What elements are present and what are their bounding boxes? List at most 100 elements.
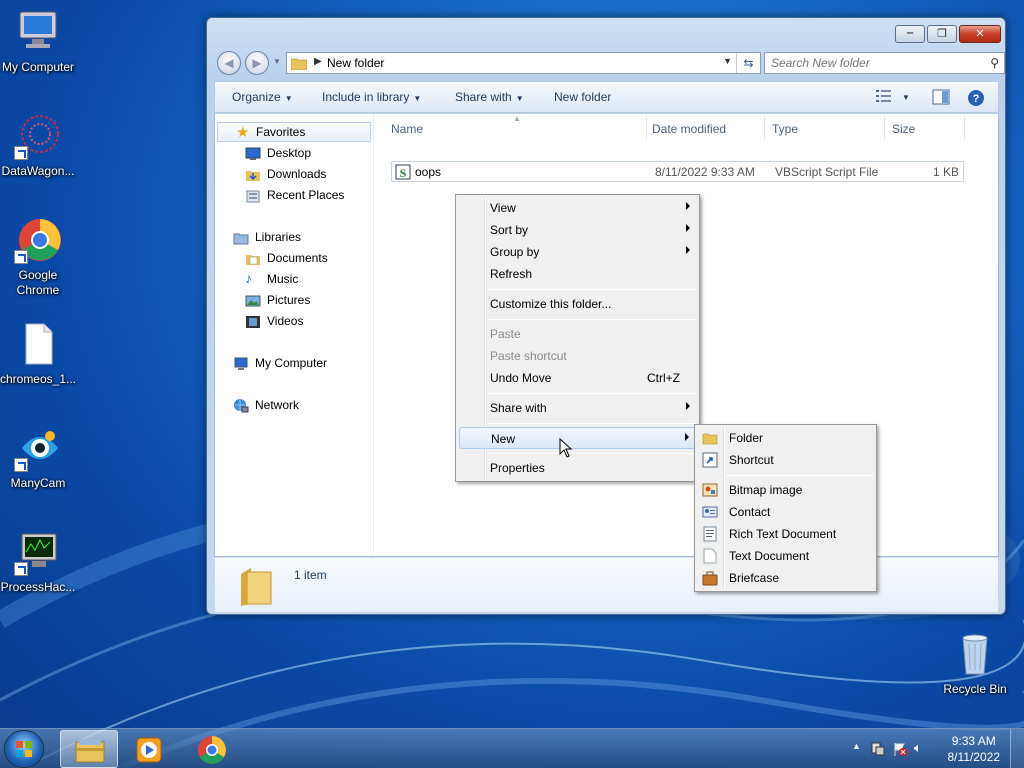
include-in-library-button[interactable]: Include in library ▼ — [322, 90, 421, 104]
menu-item-customize-folder[interactable]: Customize this folder... — [459, 293, 696, 315]
menu-item-label: Briefcase — [729, 571, 780, 585]
menu-item-label: Contact — [729, 505, 771, 519]
menu-item-paste[interactable]: Paste — [459, 323, 696, 345]
address-bar[interactable]: ▶ New folder ▼ ⇆ — [286, 52, 761, 74]
menu-item-label: Sort by — [490, 223, 529, 237]
taskbar-explorer-button[interactable] — [60, 730, 118, 768]
desktop-icon-google-chrome[interactable]: Google Chrome — [0, 216, 78, 298]
maximize-button[interactable]: ❐ — [927, 25, 957, 43]
menu-item-properties[interactable]: Properties — [459, 457, 696, 479]
desktop-icon-chromeos-file[interactable]: chromeos_1... — [0, 320, 78, 387]
menu-item-undo-move[interactable]: Undo Move Ctrl+Z — [459, 367, 696, 389]
libraries-icon — [233, 233, 249, 245]
refresh-icon[interactable]: ⇆ — [736, 53, 760, 73]
minimize-icon: ‒ — [906, 27, 914, 39]
clock[interactable]: 9:33 AM 8/11/2022 — [948, 733, 1001, 765]
action-center-flag-icon[interactable] — [892, 741, 908, 757]
column-header-date-modified[interactable]: Date modified — [644, 114, 762, 142]
nav-favorites[interactable]: ★ Favorites — [217, 122, 371, 142]
datawagon-icon — [14, 112, 62, 160]
desktop-icon-my-computer[interactable]: My Computer — [0, 8, 78, 75]
breadcrumb-chevron-icon[interactable]: ▶ — [314, 56, 322, 67]
submenu-item-text-document[interactable]: Text Document — [698, 545, 873, 567]
clock-time: 9:33 AM — [951, 734, 996, 748]
menu-item-label: Undo Move — [490, 371, 552, 385]
nav-music-label: Music — [267, 272, 299, 286]
menu-item-group-by[interactable]: Group by — [459, 241, 696, 263]
forward-button[interactable]: ▶ — [245, 51, 269, 75]
organize-button[interactable]: Organize ▼ — [232, 90, 293, 104]
submenu-item-briefcase[interactable]: Briefcase — [698, 567, 873, 589]
show-desktop-button[interactable] — [1010, 729, 1024, 768]
search-box[interactable]: ⚲ — [764, 52, 1005, 74]
computer-icon — [234, 357, 248, 370]
submenu-item-contact[interactable]: Contact — [698, 501, 873, 523]
menu-item-view[interactable]: View — [459, 197, 696, 219]
column-divider[interactable] — [964, 116, 965, 140]
navigation-row: ◀ ▶ ▼ ▶ New folder ▼ ⇆ ⚲ — [215, 50, 1005, 76]
volume-icon[interactable]: 🔈︎ — [914, 740, 922, 756]
taskbar-chrome-button[interactable] — [183, 730, 241, 768]
menu-item-refresh[interactable]: Refresh — [459, 263, 696, 285]
menu-separator — [487, 319, 696, 320]
menu-item-paste-shortcut[interactable]: Paste shortcut — [459, 345, 696, 367]
back-button[interactable]: ◀ — [217, 51, 241, 75]
search-icon[interactable]: ⚲ — [990, 56, 999, 70]
menu-item-label: New — [491, 432, 516, 446]
include-in-library-label: Include in library — [322, 90, 410, 104]
desktop-icon-recycle-bin[interactable]: Recycle Bin — [935, 630, 1015, 697]
close-icon: ✕ — [975, 28, 985, 40]
chrome-icon — [198, 736, 226, 764]
start-button[interactable] — [4, 730, 44, 768]
search-input[interactable] — [771, 54, 971, 72]
submenu-arrow-icon — [686, 224, 690, 232]
recent-places-icon — [246, 190, 260, 203]
file-row[interactable]: S oops 8/11/2022 9:33 AM VBScript Script… — [391, 161, 964, 182]
network-icon — [234, 399, 249, 413]
nav-libraries-label: Libraries — [255, 230, 302, 244]
submenu-item-shortcut[interactable]: Shortcut — [698, 449, 873, 471]
dropdown-arrow-icon: ▼ — [413, 94, 422, 103]
menu-item-label: Refresh — [490, 267, 533, 281]
column-header-size[interactable]: Size — [884, 114, 964, 142]
menu-item-new[interactable]: New — [459, 427, 696, 449]
menu-separator — [726, 475, 873, 476]
view-dropdown-icon[interactable]: ▼ — [902, 93, 910, 102]
shortcut-arrow-icon — [14, 562, 28, 576]
submenu-arrow-icon — [686, 402, 690, 410]
menu-item-sort-by[interactable]: Sort by — [459, 219, 696, 241]
new-folder-button[interactable]: New folder — [554, 90, 611, 104]
help-icon[interactable]: ? — [967, 89, 985, 107]
address-dropdown-icon[interactable]: ▼ — [723, 56, 732, 66]
preview-pane-icon[interactable] — [932, 89, 950, 105]
menu-item-label: Bitmap image — [729, 483, 803, 497]
taskbar-media-player-button[interactable] — [120, 730, 178, 768]
nav-my-computer-label: My Computer — [255, 356, 328, 370]
column-header-type[interactable]: Type — [764, 114, 882, 142]
close-button[interactable]: ✕ — [959, 25, 1001, 43]
desktop-icon-processhacker[interactable]: ProcessHac... — [0, 528, 78, 595]
network-status-icon[interactable] — [870, 741, 886, 757]
submenu-arrow-icon — [686, 246, 690, 254]
show-hidden-icons-icon[interactable]: ▲ — [852, 741, 861, 751]
submenu-item-rich-text-document[interactable]: Rich Text Document — [698, 523, 873, 545]
desktop-icon-datawagon[interactable]: DataWagon... — [0, 112, 78, 179]
minimize-button[interactable]: ‒ — [895, 25, 925, 43]
menu-item-label: Folder — [729, 431, 764, 445]
breadcrumb-current-folder[interactable]: New folder — [327, 56, 384, 70]
submenu-item-bitmap-image[interactable]: Bitmap image — [698, 479, 873, 501]
desktop-icon-label: My Computer — [1, 60, 75, 74]
recent-pages-dropdown-icon[interactable]: ▼ — [273, 57, 281, 66]
menu-item-share-with[interactable]: Share with — [459, 397, 696, 419]
rich-text-document-icon — [703, 526, 717, 542]
menu-item-label: Paste shortcut — [490, 349, 567, 363]
view-options-icon[interactable] — [876, 89, 892, 103]
submenu-item-folder[interactable]: Folder — [698, 427, 873, 449]
desktop-icon-manycam[interactable]: ManyCam — [0, 424, 78, 491]
nav-documents-label: Documents — [267, 251, 328, 265]
column-header-name[interactable]: Name ▲ — [383, 114, 643, 142]
file-type: VBScript Script File — [775, 165, 879, 179]
share-with-button[interactable]: Share with ▼ — [455, 90, 524, 104]
file-date-modified: 8/11/2022 9:33 AM — [655, 165, 755, 179]
nav-videos-label: Videos — [267, 314, 304, 328]
